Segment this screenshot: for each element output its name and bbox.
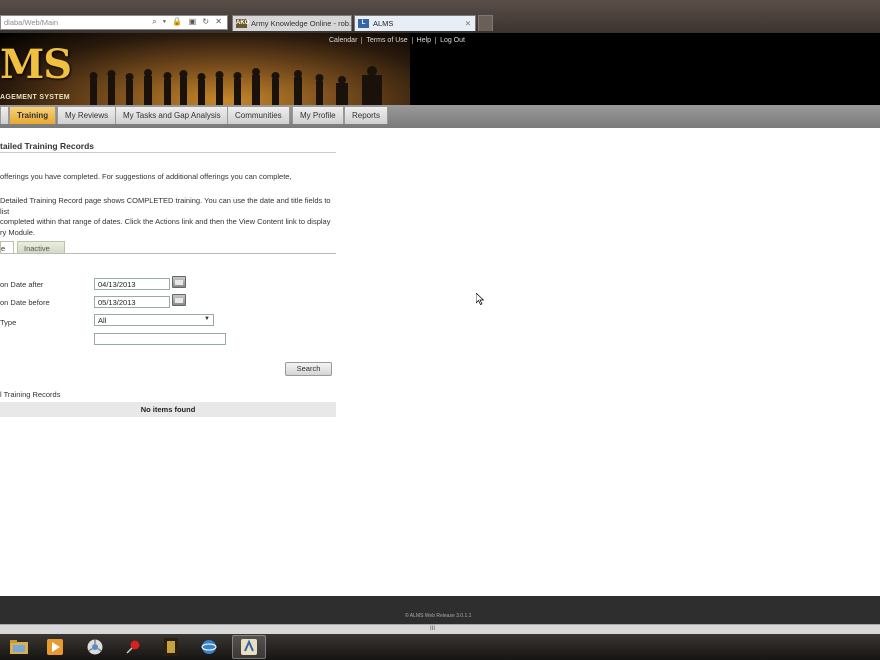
calendar-icon[interactable] [172,276,186,288]
mouse-cursor-icon [476,293,484,305]
footer-text: © ALMS Web Release 3.0.1.1 [405,613,472,619]
type-select[interactable]: All ▼ [94,314,214,326]
completion-date-before-label: on Date before [0,298,50,307]
terms-of-use-link[interactable]: Terms of Use [362,37,413,44]
subtab-divider [0,253,336,254]
resize-grip-icon[interactable]: III [430,626,435,632]
tab-my-reviews[interactable]: My Reviews [57,106,117,124]
instructions-line: completed within that range of dates. Cl… [0,217,331,226]
tab-my-tasks-and-gap-analysis[interactable]: My Tasks and Gap Analysis [115,106,229,124]
chrome-icon[interactable] [84,637,106,657]
tab-training[interactable]: Training [9,106,57,124]
close-tab-icon[interactable]: ✕ [465,19,471,28]
completion-date-after-label: on Date after [0,280,44,289]
tab-label: ALMS [373,19,394,28]
calendar-link[interactable]: Calendar [325,37,363,44]
type-select-value: All [98,316,107,325]
alms-icon[interactable] [232,635,266,659]
title-input[interactable] [94,333,226,345]
tab-my-profile[interactable]: My Profile [292,106,344,124]
address-bar-icons[interactable]: ⌕ ▾ 🔒 ▣ ↻ ✕ [152,17,224,27]
tab-home-partial[interactable] [0,106,9,124]
completion-date-before-input[interactable]: 05/13/2013 [94,296,170,308]
new-tab-button[interactable] [478,15,493,31]
folder-icon[interactable] [8,637,30,657]
soldier-silhouettes-icon [89,66,382,105]
dropdown-arrow-icon: ▼ [204,316,210,322]
tab-reports[interactable]: Reports [344,106,389,124]
instructions-text: Detailed Training Record page shows COMP… [0,196,340,238]
calendar-icon[interactable] [172,294,186,306]
records-empty-message: No items found [0,402,336,417]
address-bar[interactable]: dlaba/Web/Main ⌕ ▾ 🔒 ▣ ↻ ✕ [0,15,228,30]
logo-subtitle: AGEMENT SYSTEM [0,94,70,101]
intro-text: offerings you have completed. For sugges… [0,172,292,181]
log-out-link[interactable]: Log Out [436,37,469,44]
tab-label: Army Knowledge Online - rob... [251,19,352,28]
status-bar: III [0,624,880,634]
media-player-icon[interactable] [44,637,66,657]
browser-chrome: dlaba/Web/Main ⌕ ▾ 🔒 ▣ ↻ ✕ AKO Army Know… [0,0,880,33]
tab-communities[interactable]: Communities [227,106,290,124]
divider [0,152,336,153]
instructions-line: Detailed Training Record page shows COMP… [0,196,331,216]
header-banner: MS AGEMENT SYSTEM Calendar Terms of Use … [0,33,880,105]
completion-date-after-input[interactable]: 04/13/2013 [94,278,170,290]
address-text: dlaba/Web/Main [4,18,59,27]
ako-favicon-icon: AKO [236,19,250,28]
tab-army-knowledge-online[interactable]: AKO Army Knowledge Online - rob... [232,15,352,31]
top-links: Calendar Terms of Use Help Log Out [325,37,469,44]
page-title: tailed Training Records [0,141,94,151]
page-footer: © ALMS Web Release 3.0.1.1 [0,596,880,624]
alms-favicon-icon: L [358,19,369,28]
taskbar [0,634,880,660]
browser-icon[interactable] [198,637,220,657]
alms-logo[interactable]: MS [0,45,72,85]
tab-alms[interactable]: L ALMS ✕ [354,15,476,31]
main-content: tailed Training Records offerings you ha… [0,128,880,596]
help-link[interactable]: Help [413,37,437,44]
records-section-label: l Training Records [0,390,61,399]
instructions-line: ry Module. [0,227,36,237]
search-button[interactable]: Search [285,362,332,376]
pushpin-icon[interactable] [122,637,144,657]
type-label: Type [0,318,17,327]
game-icon[interactable] [160,637,182,657]
